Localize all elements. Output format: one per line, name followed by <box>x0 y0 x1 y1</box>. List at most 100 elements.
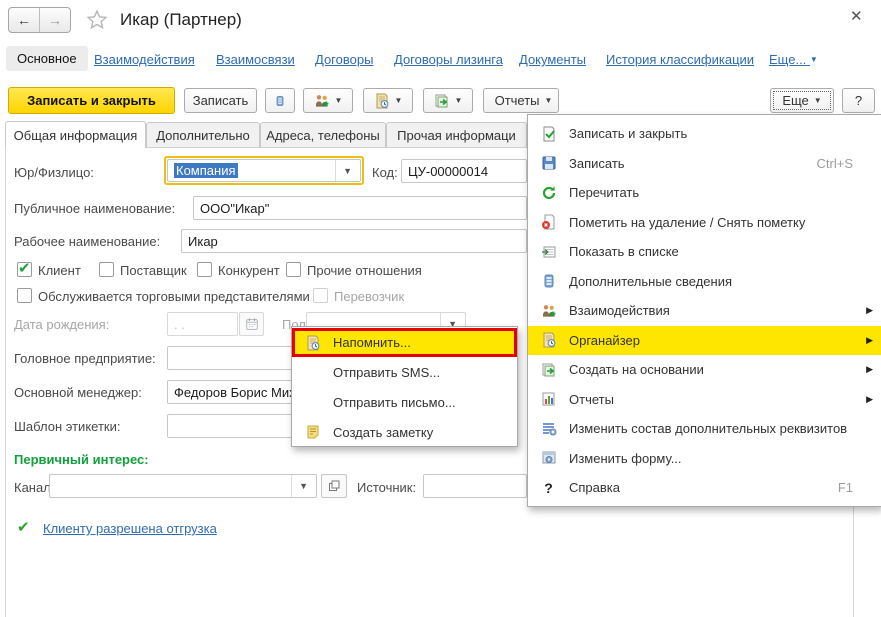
menu-item-edit-attributes[interactable]: Изменить состав дополнительных реквизито… <box>528 414 881 444</box>
label-template-label: Шаблон этикетки: <box>14 419 120 434</box>
menu-item-organizer[interactable]: Органайзер ▶ <box>528 326 881 356</box>
channel-open-button[interactable] <box>321 474 347 498</box>
tab-leasing[interactable]: Договоры лизинга <box>394 52 503 67</box>
menu-item-send-letter[interactable]: Отправить письмо... <box>292 387 517 417</box>
question-icon: ? <box>540 479 557 496</box>
shortcut-hint: F1 <box>838 480 873 495</box>
document-check-icon <box>540 125 557 142</box>
document-clock-icon <box>540 332 557 349</box>
carrier-label: Перевозчик <box>334 289 404 304</box>
source-label: Источник: <box>357 480 416 495</box>
tab-contracts[interactable]: Договоры <box>315 52 373 67</box>
document-arrow-icon <box>540 361 557 378</box>
shipment-allowed-link[interactable]: Клиенту разрешена отгрузка <box>43 521 217 536</box>
primary-interest-label: Первичный интерес: <box>14 452 149 467</box>
menu-item-reports[interactable]: Отчеты ▶ <box>528 385 881 415</box>
document-clock-icon <box>374 93 390 109</box>
tab-relations[interactable]: Взаимосвязи <box>216 52 295 67</box>
create-based-on-button[interactable]: ▼ <box>423 88 473 113</box>
chevron-down-icon: ▼ <box>814 96 822 105</box>
interactions-button[interactable]: ▼ <box>303 88 353 113</box>
other-relations-label: Прочие отношения <box>307 263 422 278</box>
menu-item-create-based-on[interactable]: Создать на основании ▶ <box>528 355 881 385</box>
menu-item-save[interactable]: Записать Ctrl+S <box>528 149 881 179</box>
menu-item-interactions[interactable]: Взаимодействия ▶ <box>528 296 881 326</box>
other-relations-checkbox[interactable] <box>286 262 301 277</box>
close-icon[interactable]: ✕ <box>850 7 863 25</box>
head-company-label: Головное предприятие: <box>14 351 156 366</box>
tab-additional[interactable]: Дополнительно <box>146 122 260 147</box>
menu-item-send-sms[interactable]: Отправить SMS... <box>292 357 517 387</box>
chevron-down-icon: ▼ <box>335 96 343 105</box>
list-arrow-icon <box>540 243 557 260</box>
chevron-down-icon: ▼ <box>545 96 553 105</box>
forward-button[interactable]: → <box>39 8 70 32</box>
document-arrow-icon <box>434 93 450 109</box>
submenu-arrow-icon: ▶ <box>866 394 873 405</box>
menu-item-help[interactable]: ? Справка F1 <box>528 473 881 503</box>
refresh-icon <box>540 184 557 201</box>
menu-item-reread[interactable]: Перечитать <box>528 178 881 208</box>
save-and-close-button[interactable]: Записать и закрыть <box>8 87 175 114</box>
public-name-field[interactable]: ООО"Икар" <box>193 196 527 220</box>
tab-general-info[interactable]: Общая информация <box>5 121 146 148</box>
menu-item-remind[interactable]: Напомнить... <box>292 328 517 357</box>
carrier-checkbox <box>313 288 328 303</box>
partner-card-window: ← → Икар (Партнер) ✕ Основное Взаимодейс… <box>0 0 881 617</box>
chevron-down-icon[interactable]: ▼ <box>335 160 354 181</box>
birth-date-label: Дата рождения: <box>14 317 109 332</box>
additional-info-button[interactable] <box>265 88 295 113</box>
organizer-button[interactable]: ▼ <box>363 88 413 113</box>
birth-date-field: . . <box>167 312 238 336</box>
more-menu: Записать и закрыть Записать Ctrl+S Переч… <box>527 114 881 507</box>
work-name-field[interactable]: Икар <box>181 229 527 253</box>
submenu-arrow-icon: ▶ <box>866 364 873 375</box>
back-button[interactable]: ← <box>9 8 39 32</box>
window-gear-icon <box>540 450 557 467</box>
client-label: Клиент <box>38 263 81 278</box>
legal-entity-combobox[interactable]: Компания ▼ <box>167 159 361 182</box>
stack-icon <box>540 273 557 290</box>
supplier-checkbox[interactable] <box>99 262 114 277</box>
competitor-checkbox[interactable] <box>197 262 212 277</box>
help-button[interactable]: ? <box>842 88 875 113</box>
people-plus-icon <box>540 302 557 319</box>
competitor-label: Конкурент <box>218 263 280 278</box>
channel-combobox[interactable]: ▼ <box>49 474 317 498</box>
public-name-label: Публичное наименование: <box>14 201 175 216</box>
menu-item-additional-info[interactable]: Дополнительные сведения <box>528 267 881 297</box>
menu-item-show-in-list[interactable]: Показать в списке <box>528 237 881 267</box>
menu-item-create-note[interactable]: Создать заметку <box>292 417 517 447</box>
back-icon: ← <box>17 12 31 28</box>
tab-main[interactable]: Основное <box>6 46 88 71</box>
form-left-border <box>5 147 6 617</box>
menu-item-mark-deletion[interactable]: Пометить на удаление / Снять пометку <box>528 208 881 238</box>
supplier-label: Поставщик <box>120 263 187 278</box>
menu-item-save-close[interactable]: Записать и закрыть <box>528 119 881 149</box>
chevron-down-icon: ▼ <box>395 96 403 105</box>
tab-interactions[interactable]: Взаимодействия <box>94 52 195 67</box>
people-plus-icon <box>314 93 330 109</box>
client-checkbox[interactable]: ✔ <box>17 262 32 277</box>
save-button[interactable]: Записать <box>184 88 257 113</box>
chart-icon <box>540 391 557 408</box>
favorite-star-icon[interactable] <box>86 9 108 31</box>
served-by-reps-checkbox[interactable] <box>17 288 32 303</box>
menu-item-edit-form[interactable]: Изменить форму... <box>528 444 881 474</box>
shortcut-hint: Ctrl+S <box>817 156 873 171</box>
reports-button[interactable]: Отчеты ▼ <box>483 88 559 113</box>
manager-label: Основной менеджер: <box>14 385 142 400</box>
source-field[interactable] <box>423 474 527 498</box>
submenu-arrow-icon: ▶ <box>866 335 873 346</box>
tab-documents[interactable]: Документы <box>519 52 586 67</box>
check-icon: ✔ <box>18 259 31 277</box>
more-button[interactable]: Еще ▼ <box>770 88 834 113</box>
chevron-down-icon: ▼ <box>455 96 463 105</box>
submenu-arrow-icon: ▶ <box>866 305 873 316</box>
code-field[interactable]: ЦУ-00000014 <box>401 159 527 183</box>
tab-classification[interactable]: История классификации <box>606 52 754 67</box>
tab-more[interactable]: Еще... ▼ <box>769 52 818 67</box>
tab-addresses[interactable]: Адреса, телефоны <box>260 122 386 147</box>
tab-other-info[interactable]: Прочая информаци <box>386 122 527 147</box>
chevron-down-icon[interactable]: ▼ <box>291 475 310 497</box>
